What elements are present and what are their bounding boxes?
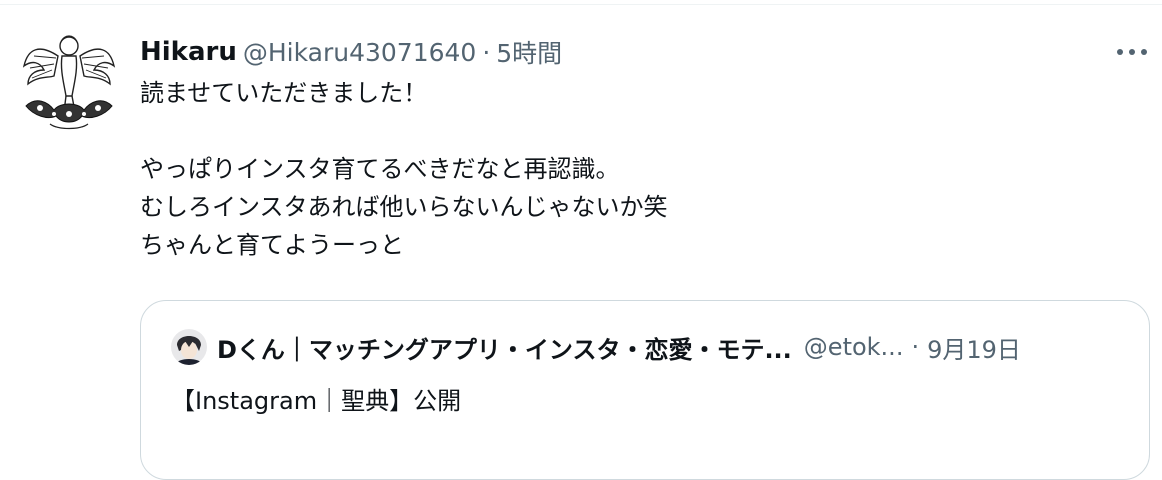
tweet-line (140, 112, 1140, 150)
quoted-author-display-name: Dくん｜マッチングアプリ・インスタ・恋愛・モテ... (217, 335, 792, 364)
quoted-author-avatar (171, 329, 207, 365)
quoted-tweet-card[interactable]: Dくん｜マッチングアプリ・インスタ・恋愛・モテ... @etok... · 9月… (140, 300, 1150, 480)
tweet-text: 読ませていただきました！ やっぱりインスタ育てるべきだなと再認識。 むしろインス… (140, 74, 1140, 264)
tweet-header: Hikaru @Hikaru43071640 · 5時間 (140, 34, 1140, 70)
tweet-timestamp[interactable]: 5時間 (496, 34, 562, 70)
anime-character-avatar-icon (171, 329, 207, 365)
quoted-author-handle: @etok... (803, 333, 904, 361)
header-separator: · (482, 37, 491, 67)
tweet-line: 読ませていただきました！ (140, 79, 428, 107)
tweet-line: むしろインスタあれば他いらないんじゃないか笑 (140, 193, 668, 221)
more-dots-icon (1117, 49, 1147, 55)
author-avatar[interactable] (20, 26, 118, 132)
top-divider (0, 4, 1162, 5)
author-display-name[interactable]: Hikaru (140, 37, 237, 67)
quoted-tweet-timestamp: 9月19日 (927, 335, 1021, 364)
more-options-button[interactable] (1112, 40, 1152, 64)
tweet-line: やっぱりインスタ育てるべきだなと再認識。 (140, 155, 620, 183)
tweet-line: ちゃんと育てようーっと (140, 231, 404, 259)
angel-avatar-icon (22, 35, 116, 130)
author-handle[interactable]: @Hikaru43071640 (243, 38, 476, 67)
quoted-tweet-text: 【Instagram｜聖典】公開 (171, 387, 462, 415)
quoted-header-separator: · (911, 333, 920, 361)
quoted-tweet-header: Dくん｜マッチングアプリ・インスタ・恋愛・モテ... @etok... · 9月… (171, 329, 1021, 365)
tweet-body: Hikaru @Hikaru43071640 · 5時間 読ませていただきました… (140, 34, 1140, 264)
